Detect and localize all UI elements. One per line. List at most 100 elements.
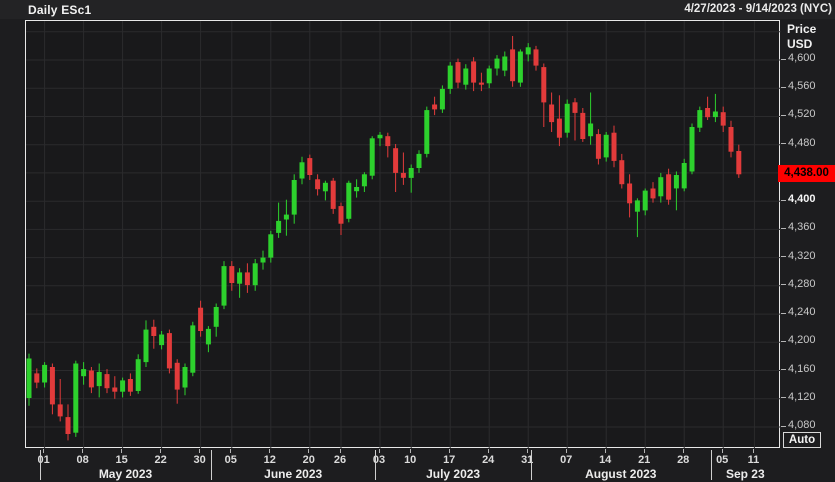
candle-body	[627, 183, 633, 204]
candle-body	[346, 182, 352, 219]
plot-area[interactable]	[25, 20, 781, 449]
candle-body	[705, 108, 711, 118]
candle-body	[447, 65, 453, 89]
month-label: June 2023	[264, 467, 323, 481]
candle-body	[666, 174, 672, 200]
price-tick-label: 4,320	[788, 249, 816, 262]
candle-body	[88, 370, 94, 388]
date-tick	[43, 449, 45, 453]
price-tick	[781, 143, 786, 145]
candle-body	[439, 88, 445, 110]
price-tick	[781, 256, 786, 258]
price-tick-label: 4,600	[788, 52, 816, 64]
candle-body	[190, 325, 196, 373]
price-axis-title: Price	[787, 22, 817, 36]
candle-body	[385, 136, 391, 147]
date-tick-label: 05	[224, 454, 237, 466]
candle-body	[244, 272, 250, 286]
candle-body	[400, 172, 406, 178]
date-range-label: 4/27/2023 - 9/14/2023 (NYC)	[684, 3, 832, 15]
date-tick	[448, 449, 450, 453]
price-tick-label: 4,240	[788, 306, 816, 319]
price-axis[interactable]: Price USD 4,600 4,560 4,520 4,480 4,400 4,360…	[778, 20, 835, 448]
candle-body	[517, 51, 523, 83]
month-label: May 2023	[98, 467, 153, 481]
price-tick	[781, 397, 786, 399]
candle-body	[166, 333, 172, 369]
candle-body	[595, 134, 601, 159]
candle-body	[338, 206, 344, 224]
candle-body	[494, 58, 500, 69]
candle-body	[159, 334, 165, 346]
price-tick-label: 4,400	[788, 193, 816, 206]
price-tick	[781, 199, 786, 201]
time-axis[interactable]: 01 08 15 22 30 05 12 20 26 03 10 17 24 31 07 14 21 28 05 11…	[0, 448, 835, 482]
candle-body	[697, 110, 703, 128]
candle-body	[151, 326, 157, 336]
candle-body	[276, 220, 282, 233]
candle-body	[252, 263, 258, 286]
candle-body	[221, 266, 227, 306]
last-price-label: 4,438.00	[778, 164, 835, 182]
candle-body	[73, 363, 79, 433]
candle-body	[143, 329, 149, 363]
auto-scale-button[interactable]: Auto	[783, 432, 821, 448]
candle-body	[322, 182, 328, 192]
date-tick	[526, 449, 528, 453]
price-tick-label: 4,200	[788, 334, 816, 347]
price-tick-label: 4,080	[788, 419, 816, 431]
candle-body	[463, 68, 469, 85]
date-tick-label: 03	[372, 454, 386, 466]
date-tick-label: 21	[638, 454, 651, 466]
candle-body	[330, 180, 336, 209]
candle-body	[580, 112, 586, 139]
candle-body	[198, 307, 204, 331]
price-tick	[781, 86, 786, 88]
candle-body	[572, 102, 578, 113]
candle-body	[556, 118, 562, 138]
candle-body	[120, 380, 126, 392]
candle-body	[432, 104, 438, 110]
candle-body	[104, 374, 110, 389]
price-tick-label: 4,520	[788, 108, 816, 121]
date-tick-label: 01	[37, 454, 50, 466]
price-tick-label: 4,560	[788, 80, 816, 93]
date-tick-label: 14	[599, 454, 612, 466]
candle-body	[486, 68, 492, 84]
candle-body	[611, 132, 617, 161]
candle-body	[619, 160, 625, 185]
candle-body	[533, 49, 539, 66]
candle-body	[369, 138, 375, 176]
candle-body	[424, 110, 430, 154]
candle-body	[525, 47, 531, 55]
price-tick	[781, 340, 786, 342]
candle-body	[229, 266, 235, 283]
date-tick	[269, 449, 271, 453]
date-tick	[409, 449, 411, 453]
date-tick-label: 07	[560, 454, 573, 466]
candle-body	[728, 127, 734, 152]
candle-body	[112, 387, 118, 392]
chart-window: Daily ESc1 4/27/2023 - 9/14/2023 (NYC) P…	[0, 0, 835, 482]
candle-body	[720, 112, 726, 126]
price-tick	[781, 58, 786, 60]
price-tick-label: 4,280	[788, 277, 816, 290]
candle-body	[736, 151, 742, 175]
candle-body	[205, 328, 211, 345]
date-tick	[339, 449, 341, 453]
candle-body	[408, 168, 414, 178]
candle-body	[57, 404, 63, 417]
candle-body	[354, 187, 360, 192]
candle-body	[307, 158, 313, 175]
candle-body	[681, 163, 687, 189]
price-tick	[781, 114, 786, 116]
candle-body	[268, 234, 274, 258]
candle-body	[510, 49, 516, 82]
candle-body	[634, 200, 640, 212]
candlestick-canvas[interactable]	[26, 21, 781, 449]
date-tick	[160, 449, 162, 453]
price-tick	[781, 312, 786, 314]
candle-body	[26, 358, 32, 398]
date-tick-label: 31	[521, 454, 534, 466]
title-bar: Daily ESc1 4/27/2023 - 9/14/2023 (NYC)	[0, 0, 835, 19]
